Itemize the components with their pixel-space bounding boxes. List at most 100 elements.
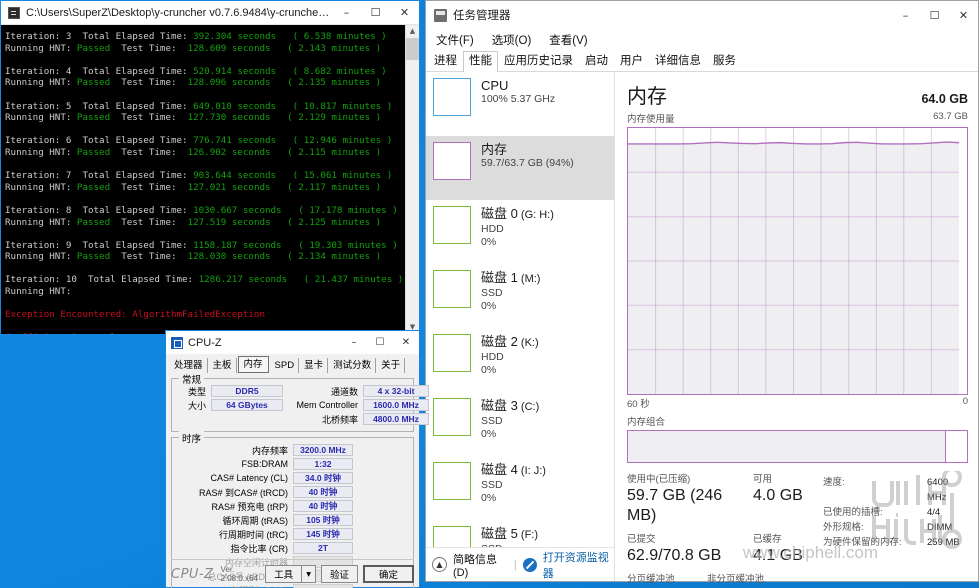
cpuz-footer: CPU-Z Ver. 2.08.0.x64 工具 ▾ 验证 确定 (171, 559, 414, 583)
resource-item-0[interactable]: CPU 100% 5.37 GHz (426, 72, 614, 136)
cpuz-tab-6[interactable]: 关于 (377, 358, 406, 373)
memory-stat-columns: 使用中(已压缩) 59.7 GB (246 MB) 可用 4.0 GB 已提交 62.9/… (627, 474, 823, 588)
console-text-segment: 1158.187 seconds (193, 239, 282, 251)
taskmanager-titlebar[interactable]: 任务管理器 – ☐ ✕ (426, 1, 978, 29)
resource-name: 磁盘 4 (I: J:) (481, 462, 546, 477)
cpuz-general-right-column: 通道数 4 x 32-bit Mem Controller 1600.0 MHz 北桥频… (289, 385, 429, 427)
scrollbar-thumb[interactable] (406, 38, 419, 60)
y-cruncher-console-window[interactable]: C:\Users\SuperZ\Desktop\y-cruncher v0.7.… (0, 0, 420, 335)
memory-stat-cell: 使用中(已压缩) 59.7 GB (246 MB) (627, 474, 753, 526)
memory-composition-bar[interactable] (627, 430, 968, 463)
fewer-details-link[interactable]: 简略信息(D) (453, 551, 508, 579)
cpuz-general-value: DDR5 (211, 385, 283, 397)
tab-2[interactable]: 应用历史记录 (498, 51, 579, 71)
maximize-icon[interactable]: ☐ (920, 4, 949, 27)
chevron-up-icon[interactable]: ▲ (432, 557, 447, 572)
cpuz-tab-5[interactable]: 测试分数 (329, 358, 377, 373)
console-text-segment: Running HNT: (5, 42, 77, 54)
minimize-icon[interactable]: – (332, 1, 361, 24)
resource-list[interactable]: CPU 100% 5.37 GHz 内存 59.7/63.7 GB (94%) 磁盘 0… (426, 72, 614, 547)
console-text-segment: Iteration: 10 Total Elapsed Time: (5, 274, 199, 286)
tab-4[interactable]: 用户 (614, 51, 649, 71)
tab-1[interactable]: 性能 (463, 51, 498, 72)
cpuz-tab-3[interactable]: SPD (271, 358, 300, 373)
disk-sparkline (433, 462, 471, 500)
scroll-up-icon[interactable]: ▲ (406, 25, 419, 38)
resource-detail-line: SSD (481, 415, 503, 427)
cpuz-general-group: 常规 类型 DDR5 大小 64 GBytes 通道数 4 x 32-bit Mem Co… (171, 372, 429, 432)
console-titlebar[interactable]: C:\Users\SuperZ\Desktop\y-cruncher v0.7.… (1, 1, 419, 25)
memory-axis-right-label: 0 (962, 396, 968, 407)
minimize-icon[interactable]: – (341, 332, 367, 354)
cpuz-version-label: Ver. 2.08.0.x64 (220, 565, 258, 583)
console-text-segment: ( 17.178 minutes ) (281, 204, 398, 216)
memory-statistics: 使用中(已压缩) 59.7 GB (246 MB) 可用 4.0 GB 已提交 62.9/… (627, 474, 968, 588)
memory-stat-caption: 使用中(已压缩) (627, 474, 691, 485)
memory-header: 内存 64.0 GB (627, 80, 968, 109)
console-text-segment: ( 10.817 minutes ) (276, 100, 393, 112)
resource-item-6[interactable]: 磁盘 4 (I: J:) SSD 0% (426, 456, 614, 520)
memory-stat-row-0: 使用中(已压缩) 59.7 GB (246 MB) 可用 4.0 GB (627, 474, 823, 526)
cpuz-tab-0[interactable]: 处理器 (170, 358, 208, 373)
open-resource-monitor-link[interactable]: 打开资源监视器 (543, 549, 614, 581)
console-text-segment: Passed (76, 181, 111, 193)
resource-item-1[interactable]: 内存 59.7/63.7 GB (94%) (426, 136, 614, 200)
maximize-icon[interactable]: ☐ (361, 1, 390, 24)
taskmanager-tabs: 进程 性能 应用历史记录 启动 用户 详细信息 服务 (426, 50, 978, 72)
console-line: Exception Encountered: AlgorithmFailedEx… (5, 309, 419, 321)
memory-usage-graph (627, 127, 968, 395)
menu-item-2[interactable]: 查看(V) (546, 31, 590, 49)
cpuz-window[interactable]: CPU-Z – ☐ ✕ 处理器 主板 内存 SPD 显卡 测试分数 关于 常规 类型 DDR5… (165, 330, 429, 588)
cpuz-timing-legend: 时序 (179, 431, 205, 445)
console-text-segment: Passed (76, 112, 111, 124)
memory-stat-cell: 分页缓冲池308 MB (627, 574, 707, 588)
resource-item-3[interactable]: 磁盘 1 (M:) SSD 0% (426, 264, 614, 328)
resource-item-2[interactable]: 磁盘 0 (G: H:) HDD 0% (426, 200, 614, 264)
resource-item-7[interactable]: 磁盘 5 (F:)SSD0% (426, 520, 614, 547)
cpuz-general-right-row-0: 通道数 4 x 32-bit (289, 385, 429, 397)
memory-detail-key: 速度: (823, 477, 845, 488)
tab-0[interactable]: 进程 (428, 51, 463, 71)
tab-5[interactable]: 详细信息 (649, 51, 707, 71)
tools-button[interactable]: 工具 (265, 565, 303, 583)
resource-item-4[interactable]: 磁盘 2 (K:) HDD 0% (426, 328, 614, 392)
cpuz-tab-2[interactable]: 内存 (237, 356, 269, 373)
close-icon[interactable]: ✕ (393, 332, 419, 354)
console-text-segment: ( 8.682 minutes ) (276, 65, 387, 77)
console-text-segment: Test Time: (110, 181, 188, 193)
tab-6[interactable]: 服务 (707, 51, 742, 71)
validate-button[interactable]: 验证 (320, 565, 358, 583)
memory-detail-row-2: 外形规格: DIMM (823, 520, 968, 535)
resource-item-5[interactable]: 磁盘 3 (C:) SSD 0% (426, 392, 614, 456)
cpuz-tab-4[interactable]: 显卡 (300, 358, 329, 373)
close-icon[interactable]: ✕ (949, 4, 978, 27)
console-scrollbar[interactable]: ▲ ▼ (405, 25, 419, 334)
tools-dropdown-arrow-icon[interactable]: ▾ (302, 565, 316, 583)
menu-item-1[interactable]: 选项(O) (489, 31, 535, 49)
cpuz-general-right-label: 北桥频率 (321, 414, 358, 425)
resource-monitor-icon[interactable] (522, 557, 537, 572)
minimize-icon[interactable]: – (891, 4, 920, 27)
cpuz-tab-1[interactable]: 主板 (209, 358, 237, 373)
cpuz-titlebar[interactable]: CPU-Z – ☐ ✕ (166, 331, 419, 354)
close-icon[interactable]: ✕ (390, 1, 419, 24)
cpuz-brand-label: CPU-Z (171, 566, 214, 582)
console-line: Iteration: 6 Total Elapsed Time: 776.741… (5, 135, 419, 147)
console-output-area[interactable]: Iteration: 3 Total Elapsed Time: 392.304… (1, 25, 419, 334)
console-text-segment: Passed (76, 77, 111, 89)
memory-stat-value: 4.0 GB (753, 487, 803, 504)
memory-stat-cell: 非分页缓冲池394 MB (707, 574, 817, 588)
resource-name: 磁盘 2 (K:) (481, 334, 539, 349)
resource-detail-line: 0% (481, 363, 497, 376)
taskmanager-icon (434, 8, 447, 22)
ok-button[interactable]: 确定 (362, 565, 414, 583)
cpuz-general-left-column: 类型 DDR5 大小 64 GBytes (177, 385, 289, 427)
menu-item-0[interactable]: 文件(F) (433, 31, 477, 49)
console-text-segment: ( 2.135 minutes ) (270, 77, 382, 89)
console-text-segment: Coefficient is too large. (5, 332, 143, 334)
cpuz-timing-row-3: RAS# 到CAS# (tRCD) 40 时钟 (177, 486, 408, 498)
tab-3[interactable]: 启动 (579, 51, 614, 71)
task-manager-window[interactable]: 任务管理器 – ☐ ✕ 文件(F) 选项(O) 查看(V) 进程 性能 应用历史记录 启动… (425, 0, 979, 588)
